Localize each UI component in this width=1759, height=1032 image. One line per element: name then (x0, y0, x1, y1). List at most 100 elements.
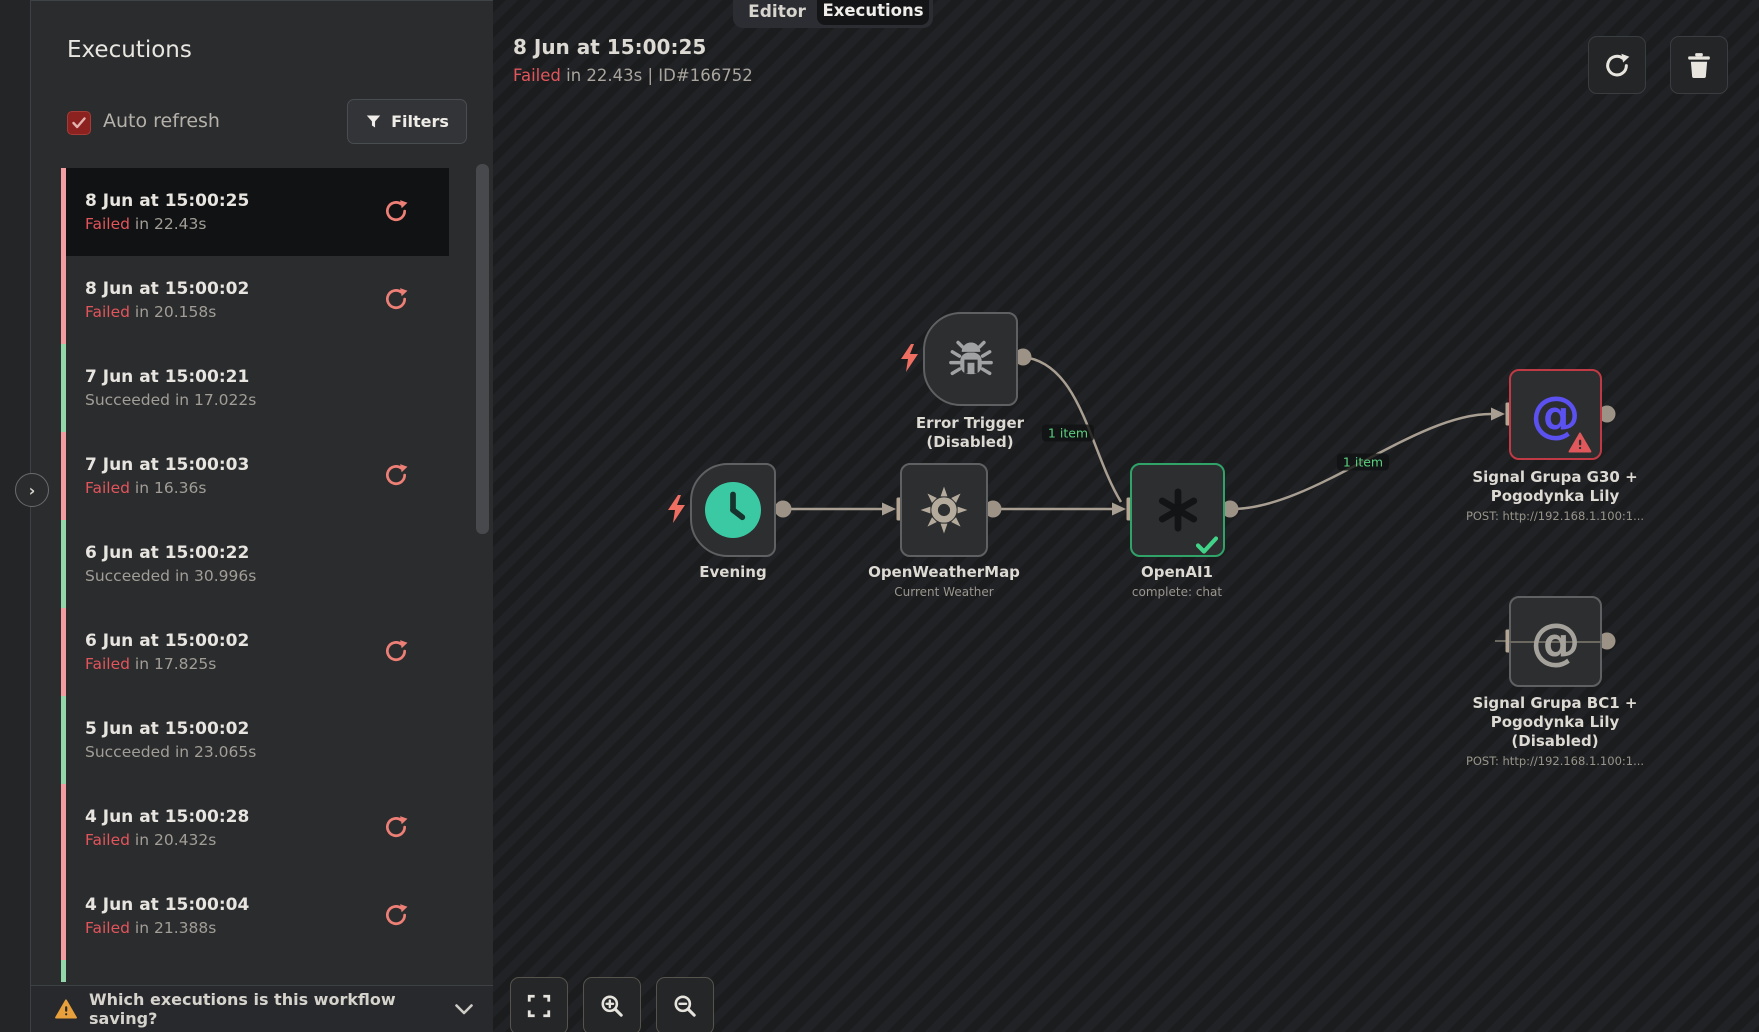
node-signal-g30[interactable]: @ (1509, 369, 1602, 460)
sidebar-expand-button[interactable]: › (15, 473, 49, 507)
refresh-execution-button[interactable] (1588, 36, 1646, 94)
execution-item-text: 7 Jun at 15:00:03 Failed in 16.36s (61, 454, 249, 499)
execution-status-strip (61, 168, 66, 256)
execution-item-text: 6 Jun at 15:00:22 Succeeded in 30.996s (61, 542, 256, 587)
filter-funnel-icon (366, 115, 381, 128)
retry-execution-button[interactable] (383, 198, 409, 227)
retry-icon (385, 904, 408, 925)
execution-list-item[interactable]: 8 Jun at 15:00:25 Failed in 22.43s (61, 168, 449, 256)
retry-execution-button[interactable] (383, 638, 409, 667)
node-name: Error Trigger (915, 414, 1025, 432)
execution-date: 6 Jun at 15:00:22 (85, 542, 250, 563)
retry-icon (385, 464, 408, 485)
execution-list-item[interactable]: 4 Jun at 15:00:04 Failed in 21.388s (61, 872, 449, 960)
retry-icon (385, 816, 408, 837)
node-signal-bc1[interactable]: @ (1509, 596, 1602, 687)
node-evening[interactable] (690, 463, 776, 557)
node-name: Signal Grupa G30 + (1472, 468, 1638, 486)
run-subtitle: Failed in 22.43s | ID#166752 (513, 66, 753, 85)
node-openai[interactable] (1130, 463, 1225, 557)
trigger-bolt-icon (668, 495, 685, 523)
label-signal-g30: Signal Grupa G30 + Pogodynka Lily POST: … (1466, 468, 1644, 523)
node-operation: POST: http://192.168.1.100:1... (1465, 509, 1645, 523)
zoom-in-button[interactable] (583, 977, 641, 1032)
retry-execution-button[interactable] (383, 814, 409, 843)
run-duration-id: in 22.43s | ID#166752 (566, 66, 753, 85)
trash-icon (1688, 53, 1710, 78)
execution-item-text: 8 Jun at 15:00:25 Failed in 22.43s (61, 190, 249, 235)
run-title: 8 Jun at 15:00:25 (513, 35, 707, 59)
check-icon (72, 117, 86, 129)
label-evening: Evening (699, 563, 766, 582)
delete-execution-button[interactable] (1670, 36, 1728, 94)
zoom-out-button[interactable] (656, 977, 714, 1032)
bug-icon (948, 340, 993, 376)
execution-date: 7 Jun at 15:00:03 (85, 454, 250, 475)
execution-status-strip (61, 784, 66, 872)
node-name-line2: Pogodynka Lily (1490, 487, 1620, 505)
execution-item-text: 7 Jun at 15:00:21 Succeeded in 17.022s (61, 366, 256, 411)
execution-list-item[interactable]: 8 Jun at 15:00:02 Failed in 20.158s (61, 256, 449, 344)
filters-button[interactable]: Filters (347, 99, 467, 144)
fit-view-button[interactable] (510, 977, 568, 1032)
execution-item-text: 6 Jun at 15:00:02 Failed in 17.825s (61, 630, 249, 675)
execution-item-text: 8 Jun at 15:00:02 Failed in 20.158s (61, 278, 249, 323)
execution-status: Succeeded in 30.996s (85, 566, 257, 585)
tab-editor[interactable]: Editor (737, 2, 817, 22)
tab-executions[interactable]: Executions (817, 0, 929, 25)
node-openweathermap[interactable] (900, 463, 988, 557)
edge-items-label: 1 item (1336, 453, 1390, 471)
openai-icon (1158, 488, 1197, 532)
sidebar-title: Executions (67, 37, 192, 63)
node-name: OpenAI1 (1141, 563, 1213, 581)
execution-list-item[interactable]: 6 Jun at 15:00:22 Succeeded in 30.996s (61, 520, 449, 608)
execution-list-item[interactable]: 5 Jun at 15:00:02 Succeeded in 23.065s (61, 696, 449, 784)
execution-status: Failed in 20.432s (85, 830, 217, 849)
execution-item-text: 4 Jun at 15:00:28 Failed in 20.432s (61, 806, 249, 851)
at-sign-icon: @ (1530, 612, 1581, 671)
node-name: Evening (699, 563, 767, 581)
retry-execution-button[interactable] (383, 902, 409, 931)
execution-list-item[interactable]: 7 Jun at 15:00:21 Succeeded in 17.022s (61, 344, 449, 432)
node-operation: Current Weather (894, 585, 994, 599)
execution-status-strip (61, 872, 66, 960)
execution-status: Failed in 20.158s (85, 302, 217, 321)
execution-status: Failed in 16.36s (85, 478, 207, 497)
execution-item-text: 5 Jun at 15:00:02 Succeeded in 23.065s (61, 718, 256, 763)
execution-list-item[interactable]: 7 Jun at 15:00:03 Failed in 16.36s (61, 432, 449, 520)
footer-question: Which executions is this workflow saving… (89, 990, 396, 1028)
run-header: 8 Jun at 15:00:25 Failed in 22.43s | ID#… (513, 34, 753, 85)
retry-icon (385, 640, 408, 661)
execution-status-strip (61, 344, 66, 432)
label-signal-bc1: Signal Grupa BC1 + Pogodynka Lily (Disab… (1466, 694, 1644, 768)
retry-execution-button[interactable] (383, 462, 409, 491)
execution-list-item[interactable] (61, 960, 449, 982)
node-error-trigger[interactable] (923, 312, 1018, 406)
execution-date: 8 Jun at 15:00:02 (85, 278, 250, 299)
auto-refresh-checkbox[interactable] (67, 111, 91, 135)
sidebar-scrollbar[interactable] (476, 164, 489, 534)
execution-list-item[interactable]: 4 Jun at 15:00:28 Failed in 20.432s (61, 784, 449, 872)
sidebar-footer[interactable]: Which executions is this workflow saving… (31, 985, 493, 1032)
execution-status: Succeeded in 23.065s (85, 742, 257, 761)
node-name: Signal Grupa BC1 + (1472, 694, 1638, 712)
retry-execution-button[interactable] (383, 286, 409, 315)
label-error-trigger: Error Trigger (Disabled) (916, 414, 1024, 452)
execution-date: 6 Jun at 15:00:02 (85, 630, 250, 651)
execution-date: 7 Jun at 15:00:21 (85, 366, 250, 387)
workflow-canvas[interactable]: Editor Executions 8 Jun at 15:00:25 Fail… (493, 0, 1759, 1032)
chevron-right-icon: › (28, 480, 36, 500)
edge-items-label: 1 item (1041, 424, 1095, 442)
execution-status: Failed in 22.43s (85, 214, 207, 233)
filters-label: Filters (391, 112, 449, 131)
executions-sidebar: Executions Auto refresh Filters 8 Jun at… (31, 0, 493, 1032)
execution-status-strip (61, 608, 66, 696)
chevron-down-icon (455, 1003, 473, 1014)
at-sign-icon: @ (1530, 385, 1581, 444)
execution-date: 8 Jun at 15:00:25 (85, 190, 250, 211)
executions-list: 8 Jun at 15:00:25 Failed in 22.43s 8 Jun a… (61, 168, 449, 982)
sidebar-controls: Auto refresh Filters (67, 99, 467, 145)
auto-refresh-label: Auto refresh (103, 110, 220, 132)
node-operation: POST: http://192.168.1.100:1... (1465, 754, 1645, 768)
execution-list-item[interactable]: 6 Jun at 15:00:02 Failed in 17.825s (61, 608, 449, 696)
